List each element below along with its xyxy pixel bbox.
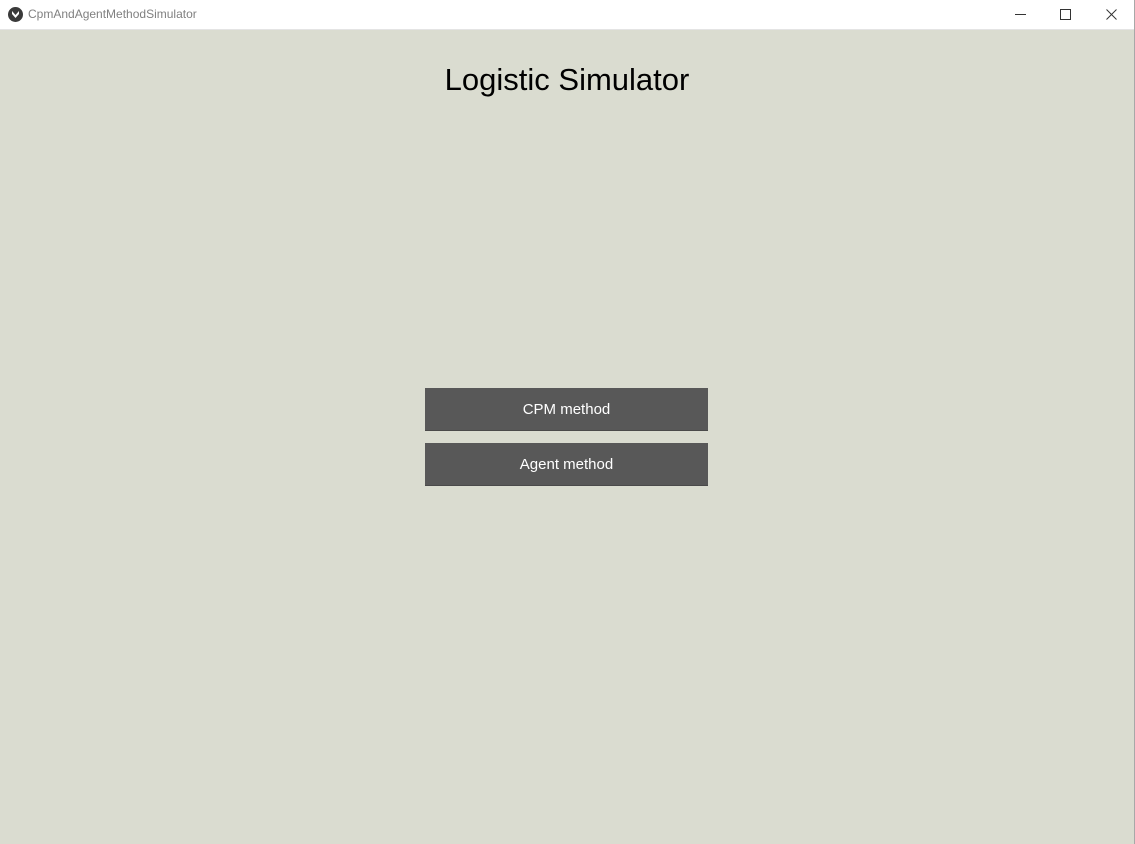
- app-window: CpmAndAgentMethodSimulator Logistic Simu…: [0, 0, 1135, 844]
- title-bar[interactable]: CpmAndAgentMethodSimulator: [0, 0, 1134, 30]
- close-button[interactable]: [1088, 0, 1134, 29]
- main-content: Logistic Simulator CPM method Agent meth…: [0, 30, 1134, 844]
- maximize-button[interactable]: [1042, 0, 1088, 29]
- minimize-icon: [1014, 14, 1026, 15]
- maximize-icon: [1059, 9, 1071, 20]
- window-title: CpmAndAgentMethodSimulator: [28, 7, 197, 21]
- cpm-method-button[interactable]: CPM method: [425, 388, 708, 431]
- minimize-button[interactable]: [997, 0, 1043, 29]
- close-icon: [1105, 9, 1117, 20]
- agent-method-button[interactable]: Agent method: [425, 443, 708, 486]
- app-icon[interactable]: [8, 7, 23, 22]
- page-title: Logistic Simulator: [444, 62, 690, 97]
